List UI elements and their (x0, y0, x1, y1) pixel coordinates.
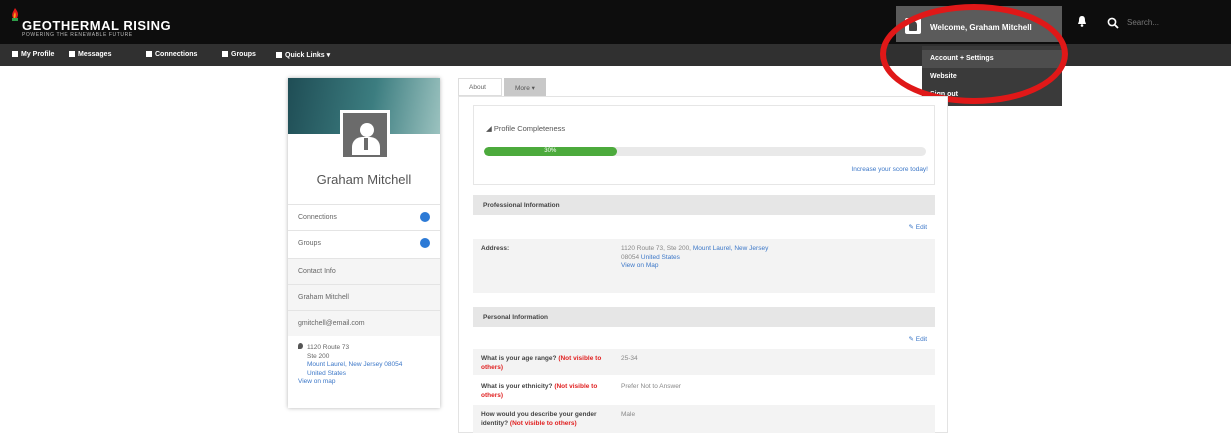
nav-label: My Profile (21, 51, 55, 58)
pencil-icon: ✎ (908, 224, 916, 231)
nav-my-profile[interactable]: My Profile (12, 51, 54, 58)
question-text: What is your age range? (481, 355, 557, 362)
chart-icon: ◢ (486, 124, 494, 133)
envelope-icon (69, 51, 75, 57)
card-row-person: Graham Mitchell (288, 284, 440, 310)
question-text: What is your ethnicity? (481, 383, 553, 390)
not-visible-note: (Not visible to others) (509, 419, 577, 427)
search-input[interactable]: Search... (1127, 18, 1159, 27)
card-row-email[interactable]: gmitchell@email.com (288, 310, 440, 336)
groups-icon (222, 51, 228, 57)
answer-value: Prefer Not to Answer (621, 383, 681, 390)
address-country-link[interactable]: United States (641, 254, 680, 261)
nav-groups[interactable]: Groups (222, 51, 256, 58)
address-street: 1120 Route 73, Ste 200, (621, 245, 691, 252)
connections-label: Connections (298, 214, 337, 221)
person-name-label: Graham Mitchell (298, 294, 349, 301)
address-row: Address: 1120 Route 73, Ste 200, Mount L… (473, 239, 935, 293)
profile-name: Graham Mitchell (316, 172, 412, 187)
bell-icon[interactable] (1077, 16, 1087, 27)
connections-icon (146, 51, 152, 57)
nav-label: Messages (78, 51, 112, 58)
tab-about[interactable]: About (458, 78, 502, 96)
gender-identity-row: How would you describe your gender ident… (473, 405, 935, 433)
person-icon (360, 123, 374, 137)
person-tie (364, 138, 368, 150)
address-country-link[interactable]: United States (298, 370, 433, 379)
profile-completeness-box: ◢ Profile Completeness 30% Increase your… (473, 105, 935, 185)
main-panel: ◢ Profile Completeness 30% Increase your… (458, 96, 948, 433)
address-city-link[interactable]: Mount Laurel, New Jersey (693, 245, 769, 252)
increase-score-link[interactable]: Increase your score today! (851, 166, 928, 173)
card-row-groups[interactable]: Groups (288, 230, 440, 256)
email-link[interactable]: gmitchell@email.com (298, 320, 365, 327)
completeness-title-text: Profile Completeness (493, 124, 566, 133)
profile-card: Graham Mitchell Connections Groups Conta… (288, 78, 440, 408)
personal-info-header: Personal Information (473, 307, 935, 327)
personal-edit-link[interactable]: ✎ Edit (909, 335, 927, 343)
edit-label: Edit (915, 224, 927, 231)
link-icon (276, 52, 282, 58)
ethnicity-row: What is your ethnicity? (Not visible to … (473, 377, 935, 405)
info-badge-icon (420, 238, 430, 248)
edit-label: Edit (915, 336, 927, 343)
question-label: What is your age range? (Not visible to … (481, 355, 611, 372)
info-badge-icon (420, 212, 430, 222)
profile-completeness-title: ◢ Profile Completeness (486, 124, 565, 133)
address-zip: 08054 (621, 253, 640, 261)
highlight-circle (880, 4, 1068, 104)
address-line: Ste 200 (307, 352, 330, 360)
nav-messages[interactable]: Messages (69, 51, 111, 58)
question-label: How would you describe your gender ident… (481, 411, 611, 428)
address-value: 1120 Route 73, Ste 200, Mount Laurel, Ne… (621, 245, 841, 271)
search-icon (1107, 17, 1119, 29)
progress-fill: 30% (484, 147, 617, 156)
nav-label: Groups (231, 51, 256, 58)
nav-connections[interactable]: Connections (146, 51, 197, 58)
logo-flame-icon (12, 8, 19, 21)
question-label: What is your ethnicity? (Not visible to … (481, 383, 611, 400)
nav-quick-links[interactable]: Quick Links ▾ (276, 51, 330, 59)
nav-label: Connections (155, 51, 198, 58)
answer-value: 25-34 (621, 355, 638, 362)
progress-label: 30% (544, 148, 557, 154)
professional-edit-link[interactable]: ✎ Edit (909, 223, 927, 231)
progress-track: 30% (484, 147, 926, 156)
address-line: 1120 Route 73 (307, 344, 350, 351)
age-range-row: What is your age range? (Not visible to … (473, 349, 935, 375)
address-city-link[interactable]: Mount Laurel, New Jersey 08054 (298, 361, 433, 370)
pencil-icon: ✎ (908, 336, 916, 343)
card-row-contact-info: Contact Info (288, 258, 440, 284)
brand-name: GEOTHERMAL RISING (22, 18, 172, 33)
profile-photo[interactable] (340, 110, 390, 160)
view-on-map-link[interactable]: View on map (298, 378, 433, 387)
map-pin-icon (298, 343, 303, 349)
tab-more[interactable]: More ▾ (504, 78, 546, 96)
card-row-connections[interactable]: Connections (288, 204, 440, 230)
brand-tagline: POWERING THE RENEWABLE FUTURE (22, 32, 133, 38)
view-on-map-link[interactable]: View on Map (621, 262, 658, 269)
groups-label: Groups (298, 240, 321, 247)
nav-label: Quick Links ▾ (285, 52, 331, 59)
address-label: Address: (481, 245, 510, 252)
professional-info-header: Professional Information (473, 195, 935, 215)
answer-value: Male (621, 411, 636, 418)
contact-info-label: Contact Info (298, 268, 336, 275)
profile-icon (12, 51, 18, 57)
card-address: 1120 Route 73 Ste 200 Mount Laurel, New … (298, 343, 433, 387)
search-box[interactable]: Search... (1101, 8, 1231, 38)
